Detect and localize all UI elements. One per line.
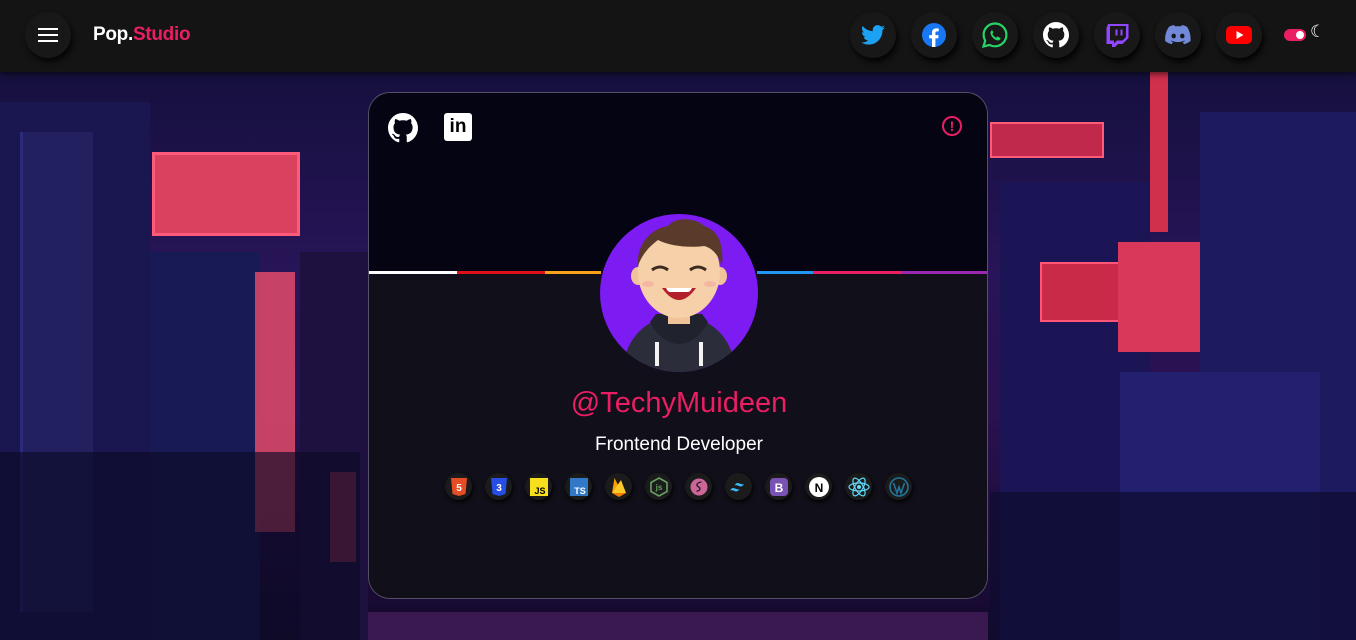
twitch-icon (1106, 24, 1129, 47)
divider-segment-white (369, 271, 457, 274)
css3-icon: 3 (485, 473, 512, 500)
react-icon (845, 473, 872, 500)
divider-segment-purple (901, 271, 987, 274)
youtube-link[interactable] (1216, 12, 1262, 58)
typescript-icon: TS (565, 473, 592, 500)
github-icon (1043, 22, 1069, 48)
moon-icon: ☾ (1310, 22, 1326, 41)
svg-text:JS: JS (534, 486, 545, 496)
twitter-link[interactable] (850, 12, 896, 58)
divider-segment-orange (545, 271, 601, 274)
wordpress-icon (885, 473, 912, 500)
bootstrap-icon: B (765, 473, 792, 500)
theme-toggle[interactable] (1284, 29, 1306, 41)
twitter-icon (861, 25, 885, 45)
top-navbar: Pop.Studio ☾ (0, 0, 1356, 72)
divider-segment-red (457, 271, 545, 274)
avatar (600, 214, 758, 372)
svg-text:B: B (774, 481, 783, 495)
whatsapp-icon (982, 22, 1008, 48)
brand-name-part2: Studio (132, 24, 191, 45)
profile-role: Frontend Developer (595, 434, 763, 455)
svg-text:3: 3 (496, 483, 502, 494)
toggle-knob (1296, 31, 1304, 39)
profile-card: in ! @TechyMuideen Frontend Developer 5 (368, 92, 988, 599)
avatar-icon (622, 219, 736, 372)
brand-name-part1: Pop. (93, 24, 133, 45)
card-github-link[interactable] (388, 113, 418, 148)
tailwind-icon (725, 473, 752, 500)
tech-stack: 5 3 JS TS js B N (445, 473, 913, 501)
github-link[interactable] (1033, 12, 1079, 58)
firebase-icon (605, 473, 632, 500)
hamburger-icon (38, 28, 58, 42)
brand-logo[interactable]: Pop.Studio (93, 24, 191, 46)
facebook-icon (922, 23, 946, 47)
svg-text:TS: TS (574, 486, 586, 496)
discord-link[interactable] (1155, 12, 1201, 58)
sass-icon (685, 473, 712, 500)
html5-icon: 5 (445, 473, 472, 500)
svg-text:5: 5 (456, 483, 462, 494)
facebook-link[interactable] (911, 12, 957, 58)
github-icon (388, 113, 418, 143)
twitch-link[interactable] (1094, 12, 1140, 58)
youtube-icon (1226, 26, 1252, 44)
discord-icon (1165, 25, 1191, 45)
svg-text:N: N (814, 481, 823, 495)
javascript-icon: JS (525, 473, 552, 500)
nodejs-icon: js (645, 473, 672, 500)
divider-segment-pink (813, 271, 901, 274)
info-icon[interactable]: ! (942, 116, 962, 136)
divider-segment-blue (757, 271, 813, 274)
nextjs-icon: N (805, 473, 832, 500)
svg-text:js: js (654, 483, 662, 492)
linkedin-icon[interactable]: in (444, 113, 472, 141)
whatsapp-link[interactable] (972, 12, 1018, 58)
menu-button[interactable] (25, 12, 71, 58)
profile-handle: @TechyMuideen (570, 387, 788, 419)
